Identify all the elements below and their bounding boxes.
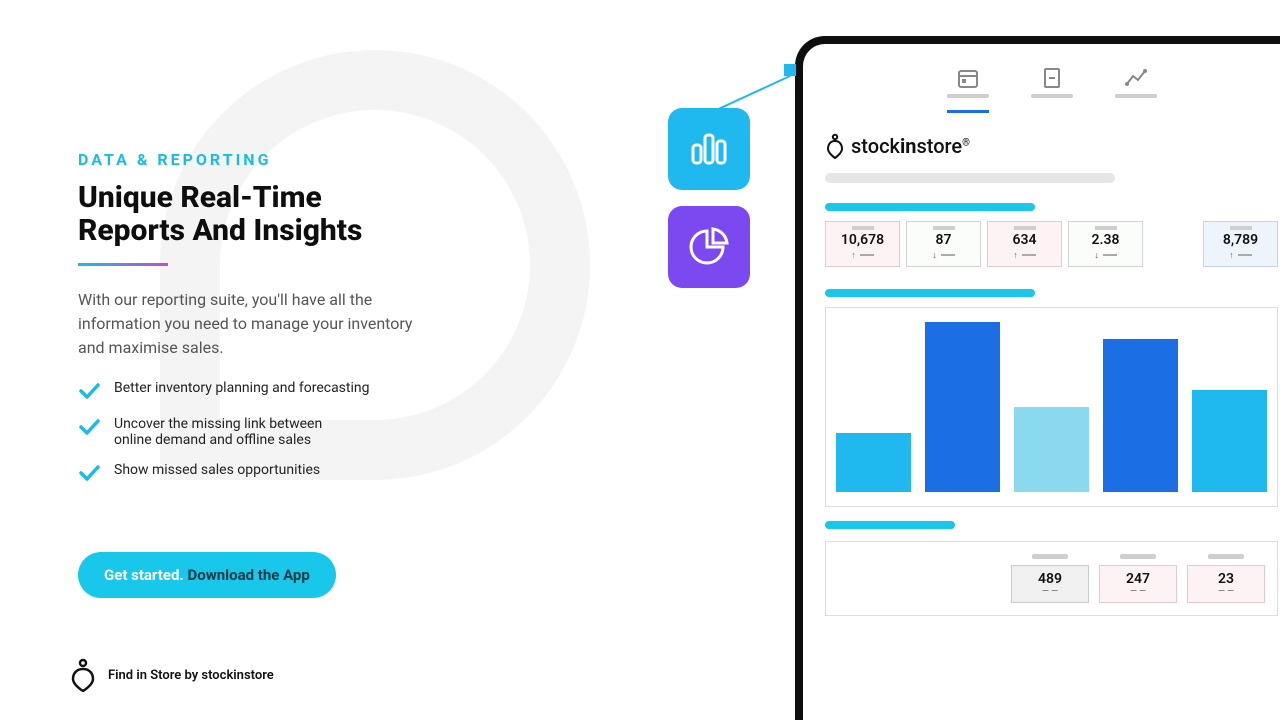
tab-document[interactable] xyxy=(1031,66,1073,113)
feature-text: Better inventory planning and forecastin… xyxy=(114,380,370,396)
chart-bar xyxy=(925,322,1000,492)
tab-bar xyxy=(825,66,1278,113)
section-heading-bar xyxy=(825,203,1035,211)
trend-icon xyxy=(1124,66,1148,90)
feature-item: Better inventory planning and forecastin… xyxy=(78,380,498,402)
footer-brand: Find in Store by stockinstore xyxy=(70,658,274,692)
device-mockup: stockinstore® 10,678↑87↓634↑2.38↓8,789↑ … xyxy=(795,36,1280,720)
get-started-button[interactable]: Get started. Download the App xyxy=(78,552,336,598)
logo-part: stock xyxy=(851,134,900,158)
section-heading-bar xyxy=(825,521,955,529)
chart-bar xyxy=(1014,407,1089,492)
summary-card[interactable]: 489— — xyxy=(1011,554,1089,603)
headline-line-1: Unique Real-Time xyxy=(78,180,322,215)
metric-card[interactable]: 2.38↓ xyxy=(1068,221,1143,267)
summary-card[interactable]: 247— — xyxy=(1099,554,1177,603)
headline-line-2: Reports And Insights xyxy=(78,213,362,248)
section-heading-bar xyxy=(825,289,1035,297)
chart-bar xyxy=(1192,390,1267,492)
pie-chart-icon xyxy=(687,225,731,269)
check-icon xyxy=(78,462,100,484)
body-copy: With our reporting suite, you'll have al… xyxy=(78,288,418,360)
pin-icon xyxy=(70,658,96,692)
feature-text: Show missed sales opportunities xyxy=(114,462,320,478)
logo-part: store xyxy=(916,134,962,158)
check-icon xyxy=(78,416,100,438)
pin-icon xyxy=(825,133,845,159)
tab-trends[interactable] xyxy=(1115,66,1157,113)
metric-card[interactable]: 87↓ xyxy=(906,221,981,267)
skeleton-line xyxy=(825,173,1115,183)
metric-card[interactable]: 8,789↑ xyxy=(1203,221,1278,267)
summary-cards: 489— —247— —23— — xyxy=(825,541,1278,616)
chart-bar xyxy=(1103,339,1178,492)
feature-item: Show missed sales opportunities xyxy=(78,462,498,484)
footer-text: Find in Store by stockinstore xyxy=(108,668,274,683)
metric-card[interactable]: 10,678↑ xyxy=(825,221,900,267)
document-icon xyxy=(1040,66,1064,90)
bar-chart-icon xyxy=(687,127,731,171)
headline: Unique Real-Time Reports And Insights xyxy=(78,181,498,247)
feature-item: Uncover the missing link between online … xyxy=(78,416,498,448)
app-logo: stockinstore® xyxy=(825,133,1278,159)
eyebrow: DATA & REPORTING xyxy=(78,150,498,169)
cta-lead: Get started. xyxy=(104,566,188,584)
bar-chart-tile xyxy=(668,108,750,190)
pie-chart-tile xyxy=(668,206,750,288)
logo-part: in xyxy=(900,134,917,158)
connector-line xyxy=(712,64,802,114)
bar-chart xyxy=(825,307,1278,507)
accent-underline xyxy=(78,263,168,266)
feature-text: Uncover the missing link between online … xyxy=(114,416,344,448)
check-icon xyxy=(78,380,100,402)
calendar-icon xyxy=(956,66,980,90)
chart-bar xyxy=(836,433,911,493)
metric-card[interactable]: 634↑ xyxy=(987,221,1062,267)
tab-calendar[interactable] xyxy=(947,66,989,113)
metric-row: 10,678↑87↓634↑2.38↓ 8,789↑ xyxy=(825,221,1278,267)
summary-card[interactable]: 23— — xyxy=(1187,554,1265,603)
cta-action: Download the App xyxy=(188,566,310,584)
